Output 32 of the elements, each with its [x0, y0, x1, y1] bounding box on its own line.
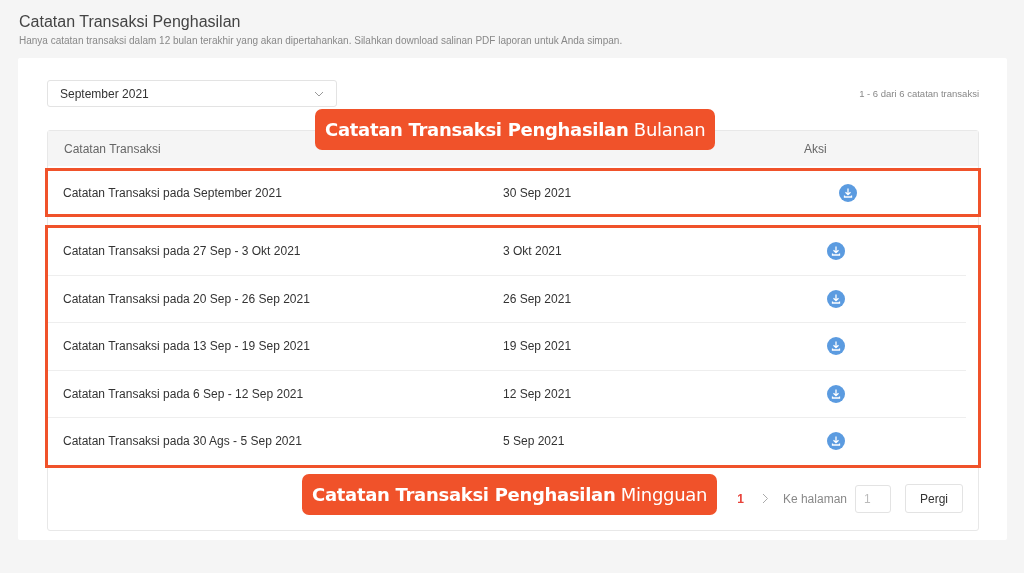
download-icon[interactable] — [827, 289, 845, 308]
table-cell-text: Catatan Transaksi pada September 2021 — [63, 185, 283, 200]
download-icon[interactable] — [839, 183, 857, 202]
table-cell-text: 12 Sep 2021 — [503, 386, 573, 401]
record-count: 1 - 6 dari 6 catatan transaksi — [859, 88, 979, 99]
period-dropdown[interactable]: September 2021 — [47, 80, 337, 107]
download-icon[interactable] — [827, 432, 845, 451]
table-cell-text: Catatan Transaksi pada 13 Sep - 19 Sep 2021 — [63, 339, 311, 354]
table-cell-text: 5 Sep 2021 — [503, 434, 566, 449]
download-icon[interactable] — [827, 384, 845, 403]
column-header: Catatan Transaksi — [64, 141, 162, 156]
table-cell-text: 3 Okt 2021 — [503, 244, 563, 259]
page-button[interactable]: 1 — [733, 491, 748, 506]
table-cell-text: Catatan Transaksi pada 6 Sep - 12 Sep 2021 — [63, 386, 305, 401]
download-icon[interactable] — [827, 337, 845, 356]
page-input[interactable]: 1 — [855, 484, 891, 513]
table-cell-text: Catatan Transaksi pada 27 Sep - 3 Okt 2021 — [63, 244, 302, 259]
table-cell-text: 30 Sep 2021 — [503, 185, 573, 200]
callout-label: Catatan Transaksi Penghasilan Mingguan — [302, 473, 718, 515]
download-icon[interactable] — [827, 242, 845, 261]
column-header: Aksi — [803, 141, 828, 156]
callout-label: Catatan Transaksi Penghasilan Bulanan — [315, 109, 716, 150]
table-cell-text: 19 Sep 2021 — [503, 339, 573, 354]
goto-label: Ke halaman — [782, 491, 847, 506]
page-title: Catatan Transaksi Penghasilan — [19, 13, 242, 31]
chevron-right-icon[interactable] — [761, 493, 769, 504]
table-cell-text: 26 Sep 2021 — [503, 291, 573, 306]
table-cell-text: Catatan Transaksi pada 30 Ags - 5 Sep 2021 — [63, 434, 303, 449]
go-button[interactable]: Pergi — [905, 484, 963, 513]
chevron-down-icon — [314, 90, 324, 97]
table-cell-text: Catatan Transaksi pada 20 Sep - 26 Sep 2021 — [63, 291, 311, 306]
page-description: Hanya catatan transaksi dalam 12 bulan terakhir yang akan dipertahankan. Silahkan download salinan PDF laporan untuk Anda simpan. — [19, 35, 624, 46]
